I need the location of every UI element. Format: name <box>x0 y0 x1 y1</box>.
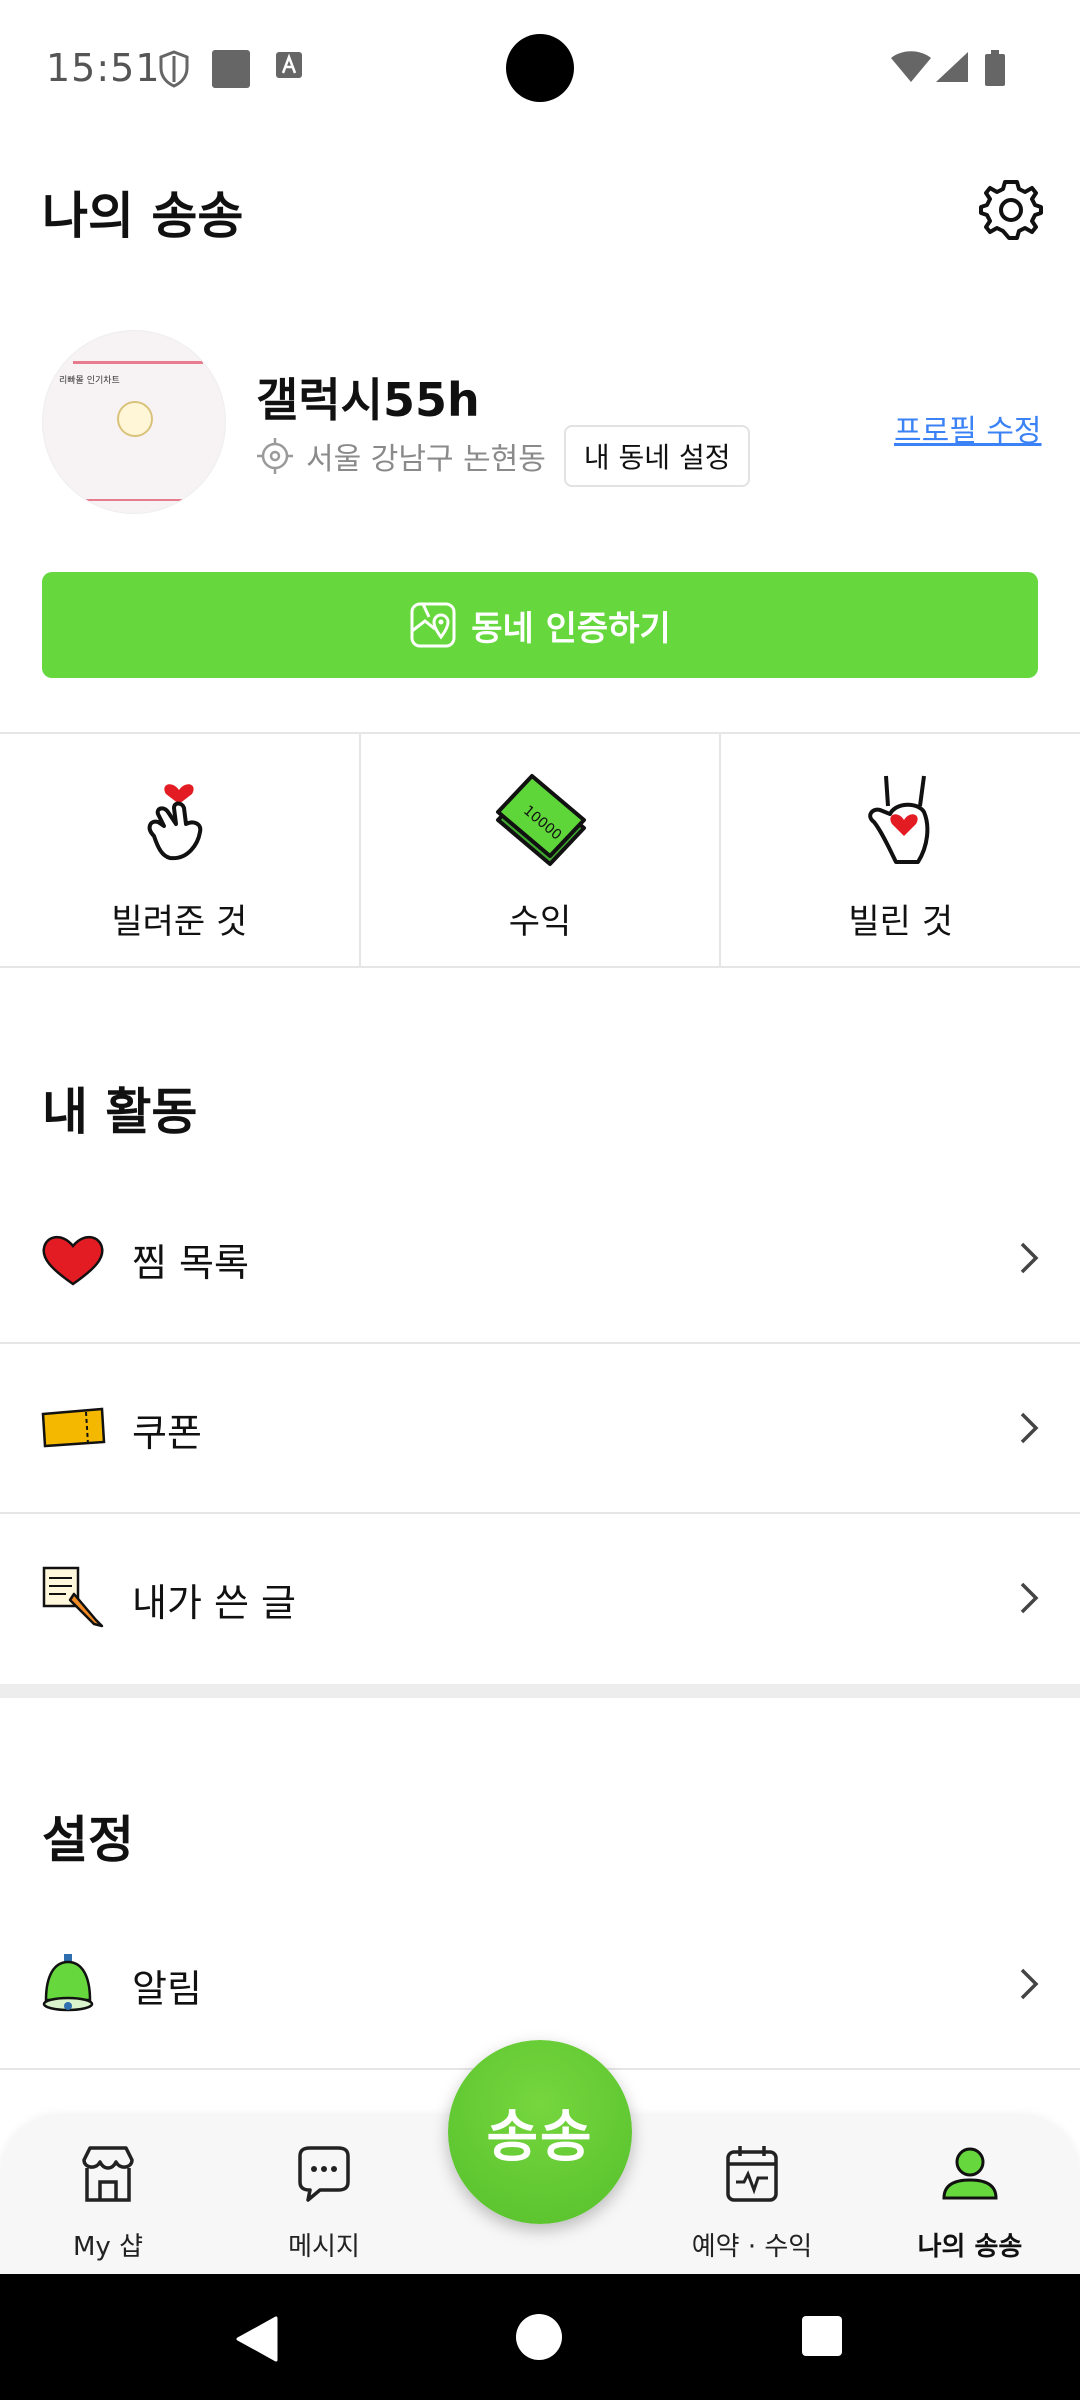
quick-lent[interactable]: 빌려준 것 <box>0 734 361 966</box>
nav-my-shop[interactable]: My 샵 <box>28 2136 188 2266</box>
set-area-button[interactable]: 내 동네 설정 <box>563 425 751 487</box>
chevron-right-icon <box>1020 1412 1039 1444</box>
text-a-icon <box>276 52 302 78</box>
profile-nickname: 갤럭시55h <box>256 373 480 427</box>
wishlist-label: 찜 목록 <box>132 1241 249 1285</box>
notifications-label: 알림 <box>132 1967 202 2011</box>
settings-section-title: 설정 <box>42 1811 134 1869</box>
quick-borrowed-label: 빌린 것 <box>848 902 953 942</box>
system-nav-bar <box>0 2274 1080 2400</box>
nav-reservations[interactable]: 예약 · 수익 <box>672 2136 832 2266</box>
nav-reservations-label: 예약 · 수익 <box>691 2232 813 2262</box>
my-posts-label: 내가 쓴 글 <box>132 1581 296 1625</box>
shop-icon <box>82 2146 134 2202</box>
quick-borrowed[interactable]: 빌린 것 <box>721 734 1080 966</box>
avatar[interactable]: 리빠몰 인기차트 <box>42 330 226 514</box>
money-stack-icon: 10000 <box>496 774 586 866</box>
avatar-decor-bar <box>73 499 203 501</box>
pencil-note-icon <box>42 1566 104 1628</box>
location-row: 서울 강남구 논현동 내 동네 설정 <box>256 425 751 487</box>
heart-hand-icon <box>867 775 930 864</box>
battery-icon <box>985 50 1005 86</box>
nav-my-songsong[interactable]: 나의 송송 <box>890 2136 1050 2266</box>
verify-neighborhood-button[interactable]: 동네 인증하기 <box>42 572 1038 678</box>
message-icon <box>298 2146 350 2202</box>
avatar-character-icon <box>117 401 153 437</box>
activity-section-title: 내 활동 <box>42 1083 198 1141</box>
avatar-mini-text: 리빠몰 인기차트 <box>59 376 120 386</box>
nav-my-shop-label: My 샵 <box>72 2232 143 2262</box>
wifi-icon <box>891 51 931 82</box>
songsong-fab-button[interactable]: 송송 <box>448 2040 632 2224</box>
shield-icon <box>159 50 189 88</box>
coupon-icon <box>41 1407 106 1448</box>
calendar-icon <box>726 2146 778 2202</box>
nav-messages[interactable]: 메시지 <box>244 2136 404 2266</box>
signal-icon <box>936 52 968 82</box>
profile-icon <box>942 2147 998 2200</box>
edit-profile-link[interactable]: 프로필 수정 <box>894 406 1042 450</box>
coupon-label: 쿠폰 <box>132 1411 202 1455</box>
nav-my-songsong-label: 나의 송송 <box>917 2232 1023 2262</box>
location-target-icon <box>257 438 293 474</box>
camera-cutout <box>506 34 574 102</box>
avatar-decor-bar <box>73 361 203 364</box>
recents-icon[interactable] <box>802 2316 842 2356</box>
location-text: 서울 강남구 논현동 <box>306 442 546 477</box>
chevron-right-icon <box>1020 1968 1039 2000</box>
fab-label: 송송 <box>486 2104 594 2170</box>
map-pin-icon <box>410 602 456 648</box>
home-icon[interactable] <box>516 2314 562 2360</box>
heart-finger-icon <box>147 784 203 861</box>
heart-icon <box>42 1236 104 1286</box>
section-divider <box>0 1684 1080 1698</box>
quick-stats-grid: 빌려준 것 10000 수익 빌린 것 <box>0 732 1080 968</box>
quick-earnings-label: 수익 <box>508 902 572 942</box>
chevron-right-icon <box>1020 1582 1039 1614</box>
quick-earnings[interactable]: 10000 수익 <box>361 734 722 966</box>
settings-gear-icon[interactable] <box>978 176 1044 242</box>
list-item-wishlist[interactable]: 찜 목록 <box>0 1174 1080 1344</box>
status-time: 15:51 <box>46 46 161 90</box>
back-icon[interactable] <box>234 2314 280 2364</box>
status-bar: 15:51 <box>0 0 1080 136</box>
list-item-coupon[interactable]: 쿠폰 <box>0 1344 1080 1514</box>
list-item-my-posts[interactable]: 내가 쓴 글 <box>0 1514 1080 1684</box>
verify-button-label: 동네 인증하기 <box>471 608 671 649</box>
chevron-right-icon <box>1020 1242 1039 1274</box>
notification-square-icon <box>212 50 250 88</box>
quick-lent-label: 빌려준 것 <box>111 902 248 942</box>
bell-icon <box>42 1954 94 2012</box>
nav-messages-label: 메시지 <box>288 2232 360 2262</box>
page-title: 나의 송송 <box>42 187 244 245</box>
